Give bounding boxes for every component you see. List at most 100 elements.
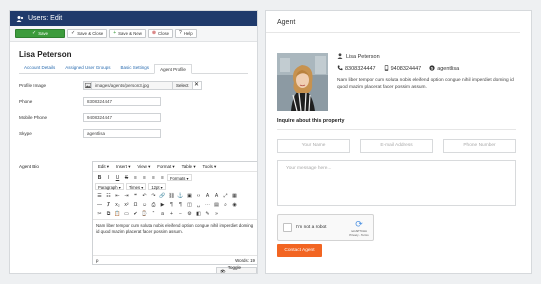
window-title: Users: Edit	[28, 15, 63, 22]
help-button[interactable]: ? Help	[175, 29, 197, 38]
copy-icon[interactable]: ⧉	[104, 210, 113, 218]
ltr-icon[interactable]: ¶	[167, 201, 176, 209]
skype-input[interactable]: agentlisa	[83, 128, 161, 138]
close-button[interactable]: ⊗ Close	[147, 29, 174, 38]
style-icon[interactable]: ✎	[203, 210, 212, 218]
blockquote-icon[interactable]: ❝	[131, 192, 140, 200]
italic-icon[interactable]: I	[104, 174, 113, 182]
fullscreen-icon[interactable]: ⤢	[221, 192, 230, 200]
editor-menu-format[interactable]: Format ▾	[154, 164, 177, 169]
save-button[interactable]: ✓ Save	[15, 29, 65, 38]
indent-icon[interactable]: ⇥	[122, 192, 131, 200]
editor-menu-insert[interactable]: Insert ▾	[113, 164, 133, 169]
visual-aid-icon[interactable]: ◫	[185, 201, 194, 209]
clear-format-icon[interactable]: Ⱦ	[104, 201, 113, 209]
bold-icon[interactable]: B	[95, 174, 104, 182]
template-icon[interactable]: ▤	[212, 201, 221, 209]
strikethrough-icon[interactable]: S	[122, 174, 131, 182]
size-select[interactable]: 12pt ▾	[148, 183, 166, 190]
abbr-icon[interactable]: a	[158, 210, 167, 218]
phone-input[interactable]: 8308324447	[83, 96, 161, 106]
paste-icon[interactable]: 📋	[113, 210, 122, 218]
editor-menu-view[interactable]: View ▾	[134, 164, 153, 169]
hr-icon[interactable]: —	[95, 201, 104, 209]
recaptcha-links[interactable]: Privacy - Terms	[349, 233, 368, 237]
preview-icon[interactable]: ◉	[230, 201, 239, 209]
editor-content[interactable]: Nam liber tempor cum soluta nobis eleife…	[93, 220, 257, 250]
underline-icon[interactable]: U	[113, 174, 122, 182]
emoticons-icon[interactable]: ☺	[140, 201, 149, 209]
readmore-icon[interactable]: »	[212, 210, 221, 218]
numbered-list-icon[interactable]: ☷	[104, 192, 113, 200]
phone-number-input[interactable]: Phone Number	[443, 139, 516, 153]
pagebreak-icon[interactable]: ⋯	[203, 201, 212, 209]
email-input[interactable]: E-mail Address	[360, 139, 433, 153]
omega-icon[interactable]: Ω	[131, 201, 140, 209]
bg-color-icon[interactable]: A	[212, 192, 221, 200]
image-preview-icon[interactable]	[83, 80, 91, 90]
print-icon[interactable]: ⎙	[149, 201, 158, 209]
image-icon[interactable]: ▣	[185, 192, 194, 200]
clear-image-button[interactable]: ✕	[192, 80, 202, 90]
tab-basic-settings[interactable]: Basic Settings	[116, 63, 155, 73]
agent-skype-text[interactable]: agentlisa	[437, 66, 459, 72]
mobile-input[interactable]: 9408324447	[83, 112, 161, 122]
undo-icon[interactable]: ↶	[140, 192, 149, 200]
editor-menu-edit[interactable]: Edit ▾	[95, 164, 112, 169]
editor-menu-tools[interactable]: Tools ▾	[200, 164, 220, 169]
code-icon[interactable]: ‹›	[194, 192, 203, 200]
tab-account-details[interactable]: Account Details	[19, 63, 60, 73]
align-justify-icon[interactable]: ≡	[158, 174, 167, 182]
help-label: Help	[183, 30, 193, 36]
date-icon[interactable]: ⌚	[140, 210, 149, 218]
editor-menu-table[interactable]: Table ▾	[179, 164, 199, 169]
formats-select[interactable]: Formats ▾	[167, 174, 192, 181]
agent-phone-text[interactable]: 8308324447	[345, 66, 376, 72]
layer-icon[interactable]: ◧	[194, 210, 203, 218]
link-icon[interactable]: 🔗	[158, 192, 167, 200]
toggle-editor-button[interactable]: 👁 Toggle editor	[216, 264, 257, 274]
anchor-icon[interactable]: ⚓	[176, 192, 185, 200]
media-icon[interactable]: ▶	[158, 201, 167, 209]
del-icon[interactable]: −	[176, 210, 185, 218]
tab-agent-profile[interactable]: Agent Profile	[154, 64, 192, 74]
recaptcha-checkbox[interactable]	[283, 223, 292, 232]
admin-titlebar: Users: Edit	[10, 11, 257, 26]
bullet-list-icon[interactable]: ☰	[95, 192, 104, 200]
spellcheck-icon[interactable]: ✔	[131, 210, 140, 218]
cut-icon[interactable]: ✂	[95, 210, 104, 218]
page-title: Lisa Peterson	[19, 50, 72, 59]
profile-image-path[interactable]: images/agents/person3.jpg	[91, 80, 173, 90]
subscript-icon[interactable]: x₂	[113, 201, 122, 209]
align-right-icon[interactable]: ≡	[149, 174, 158, 182]
table-icon[interactable]: ▦	[230, 192, 239, 200]
save-new-button[interactable]: + Save & New	[109, 29, 146, 38]
rtl-icon[interactable]: ¶	[176, 201, 185, 209]
toggle-editor-label: Toggle editor	[227, 264, 241, 274]
text-color-icon[interactable]: A	[203, 192, 212, 200]
phone-label: Phone	[19, 98, 33, 104]
tab-assigned-user-groups[interactable]: Assigned User Groups	[60, 63, 115, 73]
help-icon: ?	[179, 30, 182, 36]
cite-icon[interactable]: “	[149, 210, 158, 218]
redo-icon[interactable]: ↷	[149, 192, 158, 200]
message-textarea[interactable]: Your message here...	[277, 160, 516, 206]
search-replace-icon[interactable]: ⌕	[221, 201, 230, 209]
superscript-icon[interactable]: x²	[122, 201, 131, 209]
ins-icon[interactable]: +	[167, 210, 176, 218]
unlink-icon[interactable]: ⛓	[167, 192, 176, 200]
save-close-button[interactable]: ✓ Save & Close	[67, 29, 108, 38]
recaptcha-logo: ⟳ reCAPTCHA Privacy - Terms	[348, 219, 370, 237]
font-select[interactable]: Times ▾	[125, 183, 147, 190]
agent-mobile-text[interactable]: 9408324447	[391, 66, 422, 72]
paragraph-select[interactable]: Paragraph ▾	[95, 183, 124, 190]
outdent-icon[interactable]: ⇤	[113, 192, 122, 200]
select-image-button[interactable]: Select	[173, 80, 193, 90]
save-doc-icon[interactable]: ▭	[122, 210, 131, 218]
align-center-icon[interactable]: ≡	[140, 174, 149, 182]
attribs-icon[interactable]: ⚙	[185, 210, 194, 218]
align-left-icon[interactable]: ≡	[131, 174, 140, 182]
name-input[interactable]: Your Name	[277, 139, 350, 153]
nonbreaking-icon[interactable]: ␣	[194, 201, 203, 209]
contact-agent-button[interactable]: Contact Agent	[277, 244, 322, 257]
